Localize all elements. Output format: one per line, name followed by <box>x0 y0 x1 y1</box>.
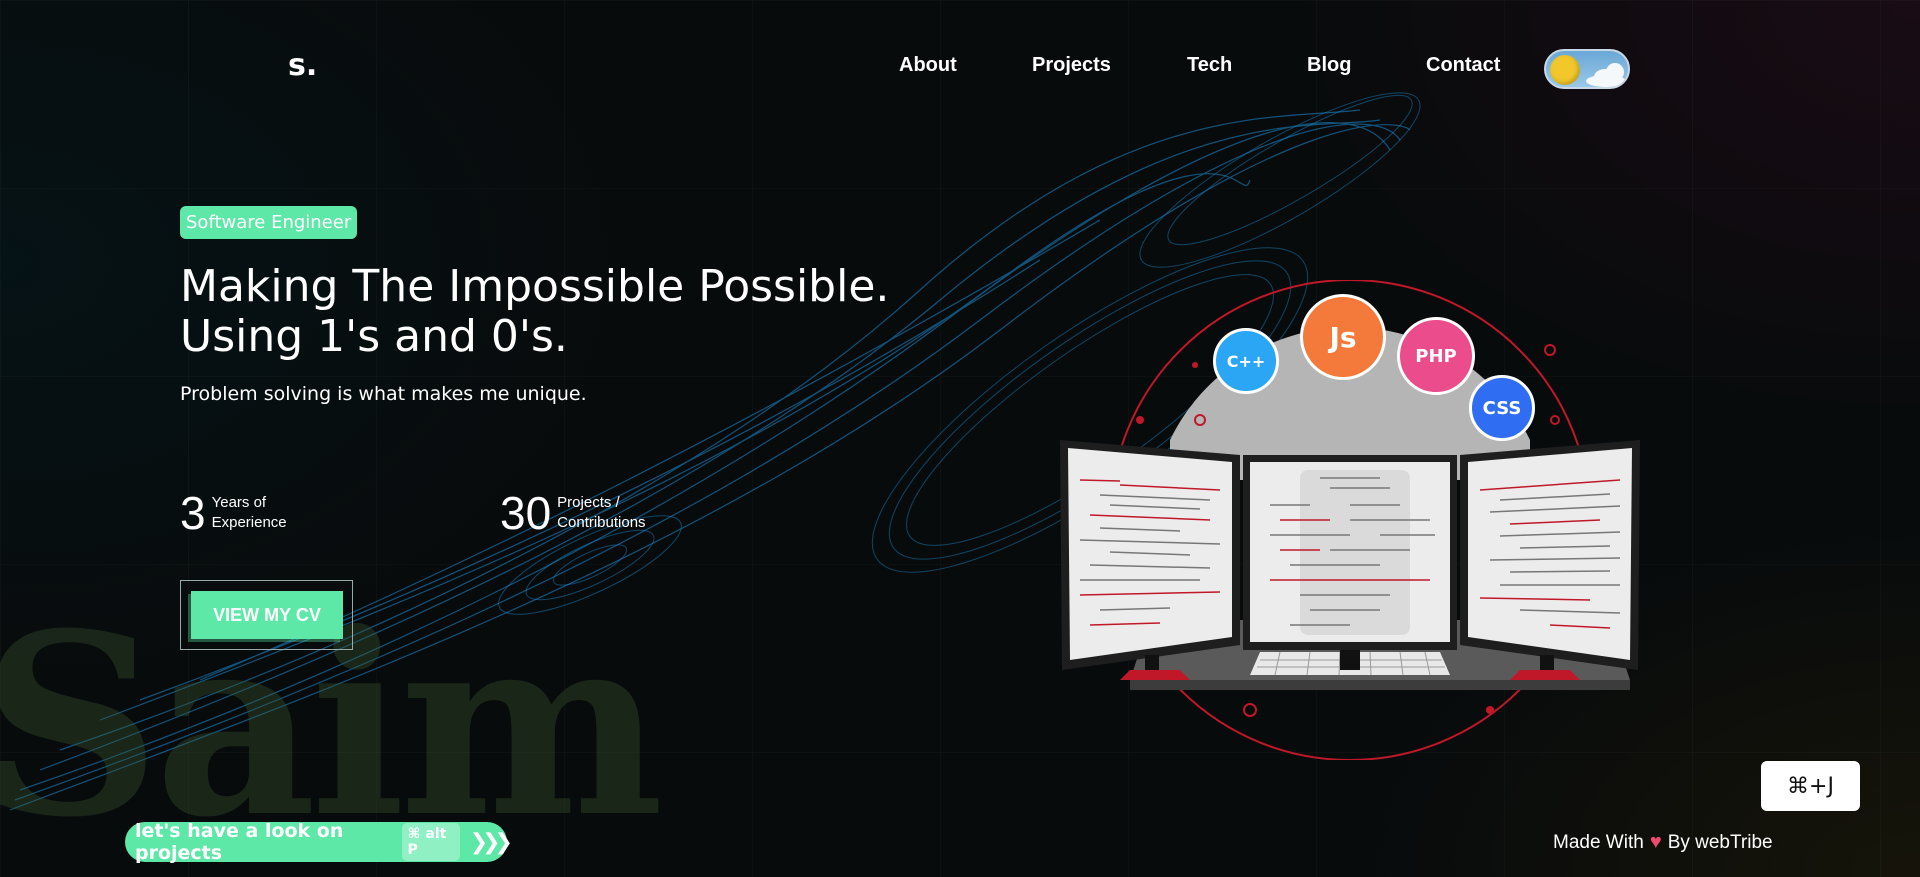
stat-value: 30 <box>500 487 552 539</box>
view-cv-button[interactable]: VIEW MY CV <box>191 591 343 639</box>
tech-bubble-css: CSS <box>1469 375 1535 441</box>
stat-label-line: Contributions <box>557 514 646 531</box>
cloud-icon <box>1586 75 1626 87</box>
theme-toggle[interactable] <box>1544 49 1630 89</box>
footer-credit: Made With ♥ By webTribe <box>1553 831 1773 854</box>
nav-projects[interactable]: Projects <box>1032 54 1111 77</box>
chevron-right-icon: ❯❯❯ <box>469 829 513 855</box>
left-monitor <box>1060 440 1240 680</box>
heart-icon: ♥ <box>1649 831 1662 853</box>
made-with-label: Made With <box>1553 831 1644 853</box>
nav-blog[interactable]: Blog <box>1307 54 1351 77</box>
stat-label: Years of Experience <box>212 493 287 533</box>
projects-shortcut-pill[interactable]: let's have a look on projects ⌘ alt P ❯❯… <box>125 820 513 864</box>
tech-bubble-php: PHP <box>1397 317 1475 395</box>
nav-contact[interactable]: Contact <box>1426 54 1500 77</box>
projects-pill-label: let's have a look on projects <box>135 820 344 864</box>
site-logo[interactable]: s. <box>288 48 317 83</box>
tech-bubble-label: PHP <box>1415 345 1457 367</box>
role-badge: Software Engineer <box>180 206 358 239</box>
stat-projects: 30 Projects / Contributions <box>500 490 646 536</box>
stat-label-line: Years of <box>211 494 267 511</box>
nav-tech[interactable]: Tech <box>1187 54 1232 77</box>
keyboard-shortcut-badge: ⌘ alt P <box>401 823 460 861</box>
hero-title: Making The Impossible Possible. Using 1'… <box>180 261 890 362</box>
center-monitor <box>1243 455 1457 670</box>
cv-button-frame: VIEW MY CV <box>180 580 353 650</box>
tech-bubble-label: C++ <box>1226 351 1266 371</box>
made-by-label[interactable]: By webTribe <box>1668 832 1773 854</box>
tech-bubble-label: Js <box>1329 320 1357 354</box>
hero-subtitle: Problem solving is what makes me unique. <box>180 383 587 405</box>
tech-bubble-label: CSS <box>1482 397 1522 419</box>
right-monitor <box>1460 440 1640 680</box>
stat-value: 3 <box>180 487 206 539</box>
command-shortcut-button[interactable]: ⌘+J <box>1761 761 1860 811</box>
sun-icon <box>1550 55 1580 85</box>
tech-bubble-cpp: C++ <box>1213 328 1279 394</box>
stat-experience: 3 Years of Experience <box>180 490 287 536</box>
nav-about[interactable]: About <box>899 54 957 77</box>
stat-label: Projects / Contributions <box>557 493 645 533</box>
tech-bubble-js: Js <box>1300 294 1386 380</box>
stat-label-line: Experience <box>211 514 287 531</box>
stat-label-line: Projects / <box>557 494 620 511</box>
